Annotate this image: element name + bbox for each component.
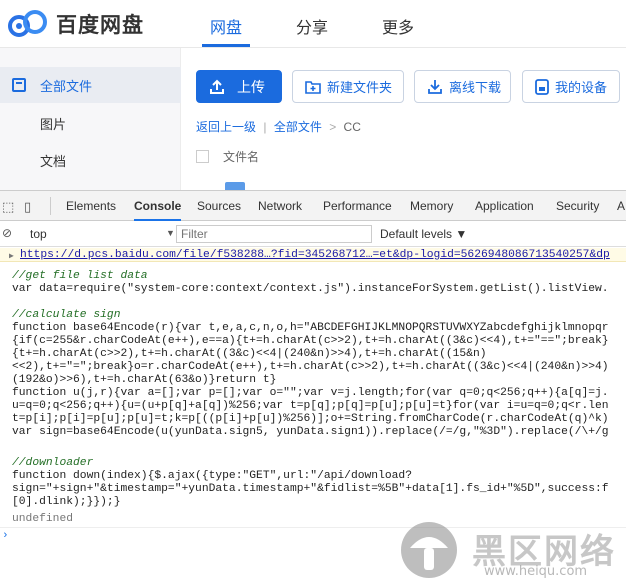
nav-tab-disk[interactable]: 网盘 [210,14,242,38]
expand-triangle-icon[interactable]: ▶ [9,250,14,263]
toolbar-divider [50,197,51,215]
breadcrumb-back-link[interactable]: 返回上一级 [196,120,256,134]
upload-button[interactable]: 上传 [196,70,282,103]
console-prompt[interactable]: › [0,527,626,545]
sidebar-item-label: 图片 [40,116,67,132]
breadcrumb-chevron: > [329,120,337,134]
device-icon [535,78,549,95]
console-filter-bar: ⊘ top ▼ Default levels ▼ [0,222,626,247]
sidebar-item-images[interactable]: 图片 [0,105,181,141]
sidebar: 全部文件 图片 文档 [0,48,181,190]
main-content: 上传 新建文件夹 离线下载 我的设备 返回上一级 | 全部文件 > CC 文件名 [181,48,626,190]
select-all-checkbox[interactable] [196,149,209,163]
new-folder-button[interactable]: 新建文件夹 [292,70,404,103]
my-devices-label: 我的设备 [555,80,608,95]
logo[interactable]: 百度网盘 [6,8,144,40]
new-folder-icon [305,80,321,94]
console-line: var sign=base64Encode(u(yunData.sign5, y… [12,426,609,438]
download-url-link[interactable]: https://d.pcs.baidu.com/file/f538288…?fi… [20,249,626,262]
context-selector[interactable]: top ▼ [30,227,175,241]
console-line: [0].dlink);}});} [12,496,121,508]
console-line: //calculate sign [12,309,121,321]
clear-console-icon[interactable]: ⊘ [2,226,12,240]
cloud-logo-icon [8,10,47,37]
tab-performance[interactable]: Performance [323,191,392,221]
nav-tab-more[interactable]: 更多 [382,14,414,38]
breadcrumb: 返回上一级 | 全部文件 > CC [196,118,361,135]
sidebar-item-all-files[interactable]: 全部文件 [0,67,181,103]
console-result: undefined [12,513,74,525]
sidebar-item-label: 全部文件 [40,78,93,94]
file-list-header: 文件名 [196,146,259,166]
folder-icon [12,78,26,92]
tab-security[interactable]: Security [556,191,599,221]
console-line: {t+=h.charAt(c>>2),t+=h.charAt((3&c)<<4|… [12,348,487,360]
console-output: ▶ https://d.pcs.baidu.com/file/f538288…?… [0,248,626,585]
tab-application[interactable]: Application [475,191,534,221]
devtools-tab-bar: ⬚ ▯ Elements Console Sources Network Per… [0,191,626,221]
console-line: u=q=0;q<256;q++){u=(u+p[q]+a[q])%256;var… [12,400,609,412]
console-filter-input[interactable] [176,225,372,243]
nav-tab-share[interactable]: 分享 [296,14,328,38]
console-line: function u(j,r){var a=[];var p=[];var o=… [12,387,609,399]
my-devices-button[interactable]: 我的设备 [522,70,620,103]
top-bar: 百度网盘 网盘 分享 更多 [0,0,626,48]
console-line: t=p[i];p[i]=p[u];p[u]=t;k=p[((p[i]+p[u])… [12,413,609,425]
prompt-chevron-icon: › [2,530,9,542]
upload-icon [210,79,224,94]
context-value: top [30,227,47,241]
file-thumbnail [225,182,245,190]
offline-download-button[interactable]: 离线下载 [414,70,511,103]
breadcrumb-divider: | [263,120,267,134]
console-line: //get file list data [12,270,148,282]
breadcrumb-current: CC [343,120,361,134]
console-line: function down(index){$.ajax({type:"GET",… [12,470,412,482]
console-line: function base64Encode(r){var t,e,a,c,n,o… [12,322,609,334]
chevron-down-icon: ▼ [166,228,175,238]
tab-memory[interactable]: Memory [410,191,453,221]
log-levels-dropdown[interactable]: Default levels ▼ [380,227,467,241]
console-line: var data=require("system-core:context/co… [12,283,609,295]
console-line: //downloader [12,457,94,469]
tab-overflow[interactable]: A [617,191,625,221]
download-icon [428,79,442,94]
sidebar-item-documents[interactable]: 文档 [0,142,181,178]
console-line: sign="+sign+"&timestamp="+yunData.timest… [12,483,609,495]
offline-download-label: 离线下载 [449,80,502,95]
console-url-message: ▶ https://d.pcs.baidu.com/file/f538288…?… [0,248,626,262]
device-toolbar-icon[interactable]: ▯ [24,199,31,215]
console-line: <<2),t+="=";break}o=r.charCodeAt(e++),t+… [12,361,609,373]
sidebar-item-label: 文档 [40,153,67,169]
console-line: (192&o)>>6),t+=h.charAt(63&o)}return t} [12,374,277,386]
screen: 百度网盘 网盘 分享 更多 全部文件 图片 文档 上传 新建文件夹 离线下载 我… [0,0,626,585]
column-header-filename[interactable]: 文件名 [223,148,259,165]
nav-active-indicator [202,44,250,47]
inspect-element-icon[interactable]: ⬚ [2,199,14,215]
tab-network[interactable]: Network [258,191,302,221]
tab-sources[interactable]: Sources [197,191,241,221]
upload-label: 上传 [237,78,265,95]
tab-console[interactable]: Console [134,191,182,221]
devtools-panel: ⬚ ▯ Elements Console Sources Network Per… [0,190,626,585]
tab-elements[interactable]: Elements [66,191,116,221]
brand-name: 百度网盘 [56,14,144,37]
new-folder-label: 新建文件夹 [327,80,393,95]
breadcrumb-all-files-link[interactable]: 全部文件 [274,120,322,134]
console-line: {if(c=255&r.charCodeAt(e++),e==a){t+=h.c… [12,335,609,347]
